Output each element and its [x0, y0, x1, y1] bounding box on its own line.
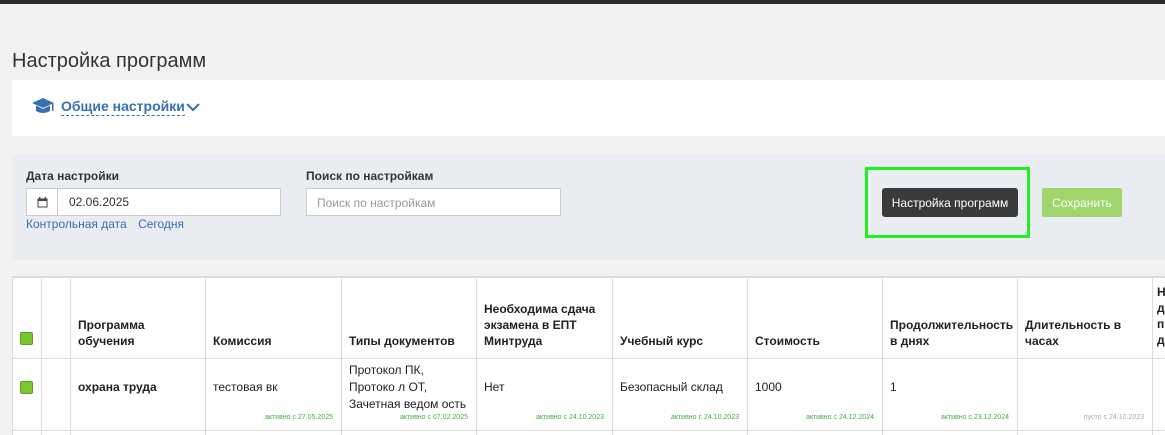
page-title: Настройка программ — [12, 50, 207, 72]
date-label: Дата настройки — [26, 169, 119, 183]
header-doc-types[interactable]: Типы документов — [341, 277, 477, 359]
commission-note: активно с 27.05.2025 — [264, 414, 333, 421]
header-commission[interactable]: Комиссия — [205, 277, 342, 359]
chevron-down-icon[interactable] — [185, 101, 201, 113]
search-input[interactable]: Поиск по настройкам — [306, 188, 561, 216]
header-cost[interactable]: Стоимость — [747, 277, 883, 359]
exam-value: Нет — [484, 380, 505, 394]
calendar-button[interactable] — [27, 189, 58, 215]
doc-types-value: Протокол ПК, Протоко л ОТ, Зачетная ведо… — [349, 363, 467, 411]
cost-cell[interactable]: 1000 активно с 24.12.2024 — [747, 358, 883, 431]
hours-note: пусто с 24.10.2023 — [1083, 414, 1144, 421]
header-truncated: Н д п д — [1152, 277, 1165, 359]
exam-note: активно с 24.10.2023 — [535, 414, 604, 421]
row-cell — [1152, 430, 1165, 435]
row-cell — [612, 430, 748, 435]
cost-value: 1000 — [755, 380, 782, 394]
select-all-cell — [12, 277, 42, 359]
date-picker[interactable]: 02.06.2025 — [26, 188, 281, 216]
row-cell — [476, 430, 613, 435]
table-row[interactable] — [12, 430, 1165, 435]
row-cell — [12, 430, 42, 435]
commission-cell[interactable]: тестовая вк активно с 27.05.2025 — [205, 358, 342, 431]
save-button[interactable]: Сохранить — [1042, 188, 1122, 217]
table-header-row: Программа обучения Комиссия Типы докумен… — [12, 277, 1165, 359]
course-value: Безопасный склад — [620, 380, 723, 394]
cost-note: активно с 24.12.2024 — [805, 414, 874, 421]
header-blank — [41, 277, 71, 359]
search-label: Поиск по настройкам — [306, 169, 434, 183]
header-hours[interactable]: Длительность в часах — [1017, 277, 1153, 359]
header-course[interactable]: Учебный курс — [612, 277, 748, 359]
hours-cell[interactable]: пусто с 24.10.2023 — [1017, 358, 1153, 431]
graduation-cap-icon — [32, 98, 54, 113]
program-name: охрана труда — [78, 380, 157, 394]
row-select-cell — [12, 358, 42, 431]
course-cell[interactable]: Безопасный склад активно с 24.10.2023 — [612, 358, 748, 431]
table-row[interactable]: охрана труда тестовая вк активно с 27.05… — [12, 358, 1165, 431]
doc-types-cell[interactable]: Протокол ПК, Протоко л ОТ, Зачетная ведо… — [341, 358, 477, 431]
row-cell — [882, 430, 1018, 435]
today-link[interactable]: Сегодня — [138, 217, 184, 231]
row-checkbox[interactable] — [20, 381, 33, 394]
days-value: 1 — [890, 380, 897, 394]
exam-cell[interactable]: Нет активно с 24.10.2023 — [476, 358, 613, 431]
row-cell — [70, 430, 206, 435]
hours-value — [1025, 359, 1145, 416]
days-cell[interactable]: 1 активно с 23.12.2024 — [882, 358, 1018, 431]
date-input[interactable]: 02.06.2025 — [69, 195, 129, 209]
filter-panel: Дата настройки 02.06.2025 Контрольная да… — [12, 154, 1165, 260]
truncated-cell — [1152, 358, 1165, 431]
header-exam[interactable]: Необходима сдача экзамена в ЕПТ Минтруда — [476, 277, 613, 359]
row-cell — [747, 430, 883, 435]
general-settings-panel: Общие настройки — [12, 80, 1165, 136]
row-blank-cell — [41, 358, 71, 431]
commission-value: тестовая вк — [213, 380, 278, 394]
row-cell — [341, 430, 477, 435]
program-settings-button[interactable]: Настройка программ — [882, 188, 1018, 217]
header-days[interactable]: Продолжительность в днях — [882, 277, 1018, 359]
programs-table: Программа обучения Комиссия Типы докумен… — [12, 276, 1165, 435]
course-note: активно с 24.10.2023 — [670, 414, 739, 421]
general-settings-toggle[interactable]: Общие настройки — [61, 98, 185, 116]
date-links: Контрольная дата Сегодня — [26, 217, 192, 231]
program-cell[interactable]: охрана труда — [70, 358, 206, 431]
row-cell — [205, 430, 342, 435]
row-cell — [41, 430, 71, 435]
calendar-icon — [37, 196, 47, 207]
days-note: активно с 23.12.2024 — [940, 414, 1009, 421]
top-bar — [0, 0, 1165, 4]
doc-types-note: активно с 07.02.2025 — [399, 414, 468, 421]
header-program[interactable]: Программа обучения — [70, 277, 206, 359]
control-date-link[interactable]: Контрольная дата — [26, 217, 127, 231]
row-cell — [1017, 430, 1153, 435]
select-all-checkbox[interactable] — [20, 332, 33, 345]
